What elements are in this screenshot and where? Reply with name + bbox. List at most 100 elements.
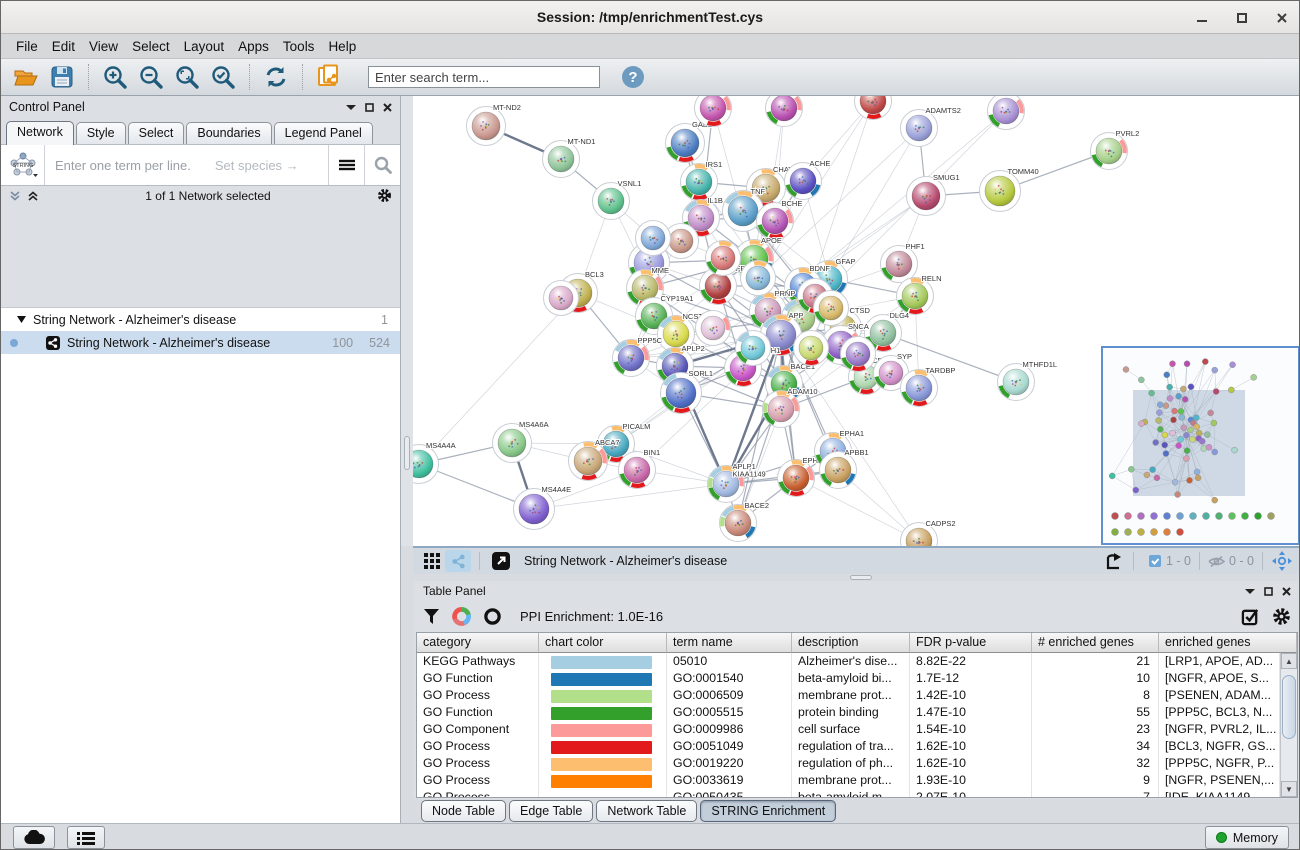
search-input[interactable] xyxy=(368,66,600,88)
restore-table-panel-icon[interactable] xyxy=(1264,587,1273,596)
column-header[interactable]: term name xyxy=(667,633,792,653)
network-node[interactable]: BACE2 xyxy=(720,501,770,542)
table-row[interactable]: GO FunctionGO:0001540beta-amyloid bi...1… xyxy=(417,670,1280,687)
network-options-gear-icon[interactable] xyxy=(377,188,392,203)
ring-charts-icon[interactable] xyxy=(483,607,502,626)
cloud-tasks-button[interactable] xyxy=(13,826,55,849)
network-from-file-icon[interactable] xyxy=(314,63,344,91)
close-button[interactable] xyxy=(1275,11,1289,25)
help-icon[interactable]: ? xyxy=(618,63,648,91)
memory-button[interactable]: Memory xyxy=(1205,826,1289,849)
network-node[interactable] xyxy=(814,291,849,326)
column-header[interactable]: FDR p-value xyxy=(910,633,1032,653)
column-header[interactable]: description xyxy=(792,633,910,653)
network-collection-row[interactable]: String Network - Alzheimer's disease 1 xyxy=(1,308,400,331)
query-search-icon[interactable] xyxy=(364,145,400,185)
string-logo-dropdown[interactable]: STRING xyxy=(1,145,45,185)
refresh-icon[interactable] xyxy=(261,63,291,91)
network-node[interactable]: PVRL2 xyxy=(1091,129,1140,170)
network-node[interactable]: MT-ND2 xyxy=(467,103,521,146)
close-table-panel-icon[interactable] xyxy=(1282,587,1291,596)
table-row[interactable]: GO ProcessGO:0051049regulation of tra...… xyxy=(417,738,1280,755)
maximize-button[interactable] xyxy=(1235,11,1249,25)
network-node[interactable]: TARDBP xyxy=(901,366,956,407)
minimize-button[interactable] xyxy=(1195,11,1209,25)
network-node[interactable] xyxy=(766,96,803,127)
network-node[interactable] xyxy=(841,337,876,372)
close-panel-icon[interactable] xyxy=(383,103,392,112)
menu-select[interactable]: Select xyxy=(125,37,177,56)
network-node[interactable] xyxy=(736,331,771,366)
network-node[interactable]: MS4A4A xyxy=(413,441,456,484)
network-node[interactable] xyxy=(706,241,741,276)
menu-apps[interactable]: Apps xyxy=(231,37,276,56)
network-node[interactable]: MTHFD1L xyxy=(998,360,1058,401)
network-node[interactable] xyxy=(741,261,776,296)
network-node[interactable] xyxy=(794,331,829,366)
tab-select[interactable]: Select xyxy=(128,122,185,144)
table-scrollbar[interactable]: ▲ ▼ xyxy=(1280,653,1297,797)
column-header[interactable]: # enriched genes xyxy=(1032,633,1159,653)
table-row[interactable]: GO ProcessGO:0019220regulation of ph...1… xyxy=(417,755,1280,772)
tab-node-table[interactable]: Node Table xyxy=(421,800,506,822)
network-node[interactable]: IRS1 xyxy=(681,160,723,201)
scroll-down-icon[interactable]: ▼ xyxy=(1281,781,1297,797)
open-session-icon[interactable] xyxy=(11,63,41,91)
scrollbar-thumb[interactable] xyxy=(1282,675,1296,739)
expand-all-icon[interactable] xyxy=(27,190,39,202)
menu-file[interactable]: File xyxy=(9,37,45,56)
network-node[interactable] xyxy=(988,96,1025,130)
restore-panel-icon[interactable] xyxy=(365,103,374,112)
save-session-icon[interactable] xyxy=(47,63,77,91)
tab-legend-panel[interactable]: Legend Panel xyxy=(274,122,373,144)
network-node[interactable]: ADAMTS2 xyxy=(901,106,961,147)
detach-view-icon[interactable] xyxy=(488,550,514,572)
float-panel-icon[interactable] xyxy=(346,103,356,111)
table-row[interactable]: GO ProcessGO:0050435beta-amyloid m...2.0… xyxy=(417,789,1280,797)
table-row[interactable]: GO ProcessGO:0033619membrane prot...1.93… xyxy=(417,772,1280,789)
network-row-selected[interactable]: String Network - Alzheimer's disease 100… xyxy=(1,331,400,354)
table-row[interactable]: GO ComponentGO:0009986cell surface1.54E-… xyxy=(417,721,1280,738)
zoom-in-icon[interactable] xyxy=(100,63,130,91)
network-node[interactable]: PHF1 xyxy=(881,242,925,283)
network-node[interactable] xyxy=(544,281,579,316)
menu-tools[interactable]: Tools xyxy=(276,37,322,56)
network-node[interactable] xyxy=(636,221,671,256)
table-splitter[interactable] xyxy=(413,574,1300,581)
table-row[interactable]: KEGG Pathways05010Alzheimer's dise...8.8… xyxy=(417,653,1280,670)
network-node[interactable]: CADPS2 xyxy=(901,519,956,546)
string-query-input[interactable]: Enter one term per line.Set species → xyxy=(45,158,328,173)
tab-network-table[interactable]: Network Table xyxy=(596,800,697,822)
grid-mode-icon[interactable] xyxy=(419,550,445,572)
collapse-all-icon[interactable] xyxy=(9,190,21,202)
menu-layout[interactable]: Layout xyxy=(177,37,232,56)
chart-colors-icon[interactable] xyxy=(452,607,471,626)
task-history-button[interactable] xyxy=(67,826,105,849)
menu-edit[interactable]: Edit xyxy=(45,37,82,56)
string-view-icon[interactable] xyxy=(445,550,471,572)
table-row[interactable]: GO ProcessGO:0006509membrane prot...1.42… xyxy=(417,687,1280,704)
scroll-up-icon[interactable]: ▲ xyxy=(1281,653,1297,669)
network-node[interactable] xyxy=(696,311,731,346)
table-settings-gear-icon[interactable] xyxy=(1272,607,1291,626)
table-row[interactable]: GO FunctionGO:0005515protein binding1.47… xyxy=(417,704,1280,721)
column-header[interactable]: chart color xyxy=(539,633,667,653)
zoom-out-icon[interactable] xyxy=(136,63,166,91)
network-node[interactable]: MS4A4E xyxy=(514,485,572,530)
zoom-fit-icon[interactable] xyxy=(172,63,202,91)
menu-help[interactable]: Help xyxy=(321,37,363,56)
panel-splitter[interactable] xyxy=(401,96,413,546)
filter-icon[interactable] xyxy=(423,608,440,625)
network-node[interactable]: MT-ND1 xyxy=(543,137,596,178)
column-header[interactable]: enriched genes xyxy=(1159,633,1297,653)
select-columns-icon[interactable] xyxy=(1241,607,1260,626)
column-header[interactable]: category xyxy=(417,633,539,653)
tab-string-enrichment[interactable]: STRING Enrichment xyxy=(700,800,836,822)
float-table-panel-icon[interactable] xyxy=(1245,587,1255,595)
tab-boundaries[interactable]: Boundaries xyxy=(186,122,271,144)
network-node[interactable]: MS4A6A xyxy=(493,420,549,463)
birdseye-view[interactable] xyxy=(1101,346,1300,545)
menu-view[interactable]: View xyxy=(82,37,125,56)
export-network-icon[interactable] xyxy=(1101,550,1127,572)
network-node[interactable]: APLP1KIAA1149 xyxy=(708,462,766,503)
